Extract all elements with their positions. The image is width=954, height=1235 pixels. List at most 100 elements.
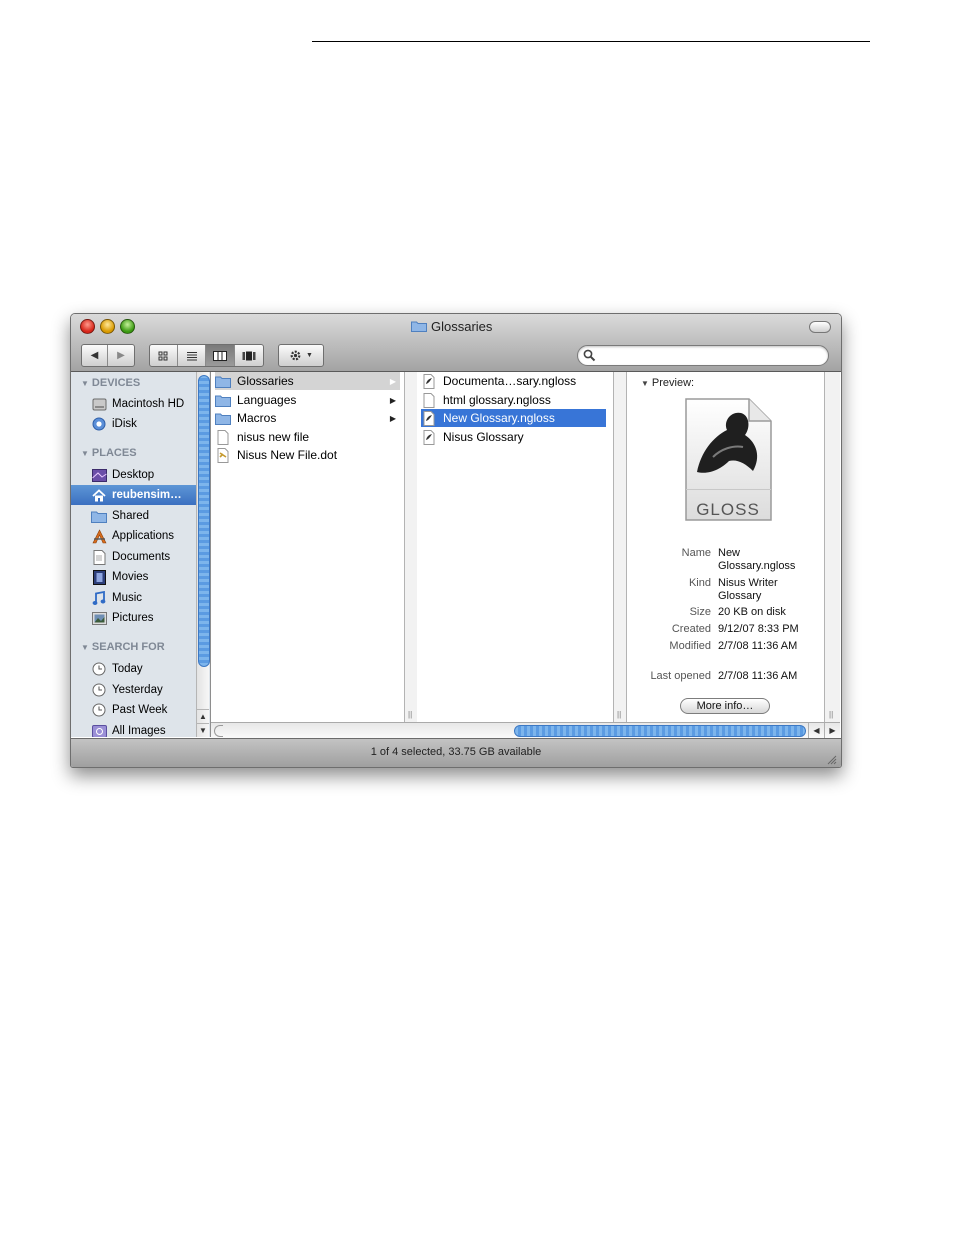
sidebar-scrollbar[interactable]: ▲ ▼ <box>196 372 210 737</box>
toolbar-toggle-button[interactable] <box>809 321 831 333</box>
sidebar-item-shared[interactable]: Shared <box>71 506 196 526</box>
column-view-icon <box>213 350 227 361</box>
home-icon <box>91 487 107 503</box>
scroll-down-arrow-icon[interactable]: ▼ <box>197 723 209 737</box>
list-item-languages[interactable]: Languages ▶ <box>215 391 400 409</box>
back-button[interactable]: ◀ <box>82 345 108 366</box>
zoom-button[interactable] <box>120 319 135 334</box>
info-label-created: Created <box>671 623 711 635</box>
info-value-created: 9/12/07 8:33 PM <box>718 623 799 635</box>
nav-buttons: ◀ ▶ <box>81 344 135 367</box>
sidebar-item-today[interactable]: Today <box>71 659 196 679</box>
sidebar-item-applications[interactable]: Applications <box>71 526 196 546</box>
sidebar-item-idisk[interactable]: iDisk <box>71 414 196 434</box>
list-item-nisus-glossary[interactable]: Nisus Glossary <box>421 428 606 446</box>
resize-grip-icon: || <box>408 710 413 719</box>
action-menu: ▼ <box>278 344 324 367</box>
sidebar-section-search-for[interactable]: ▼ SEARCH FOR <box>81 641 165 653</box>
info-label-kind: Kind <box>688 577 711 589</box>
dropdown-triangle-icon: ▼ <box>306 352 313 359</box>
list-item-nisus-new-file[interactable]: nisus new file <box>215 428 400 446</box>
disclosure-triangle-icon: ▼ <box>81 642 89 652</box>
action-menu-button[interactable]: ▼ <box>279 345 323 366</box>
pictures-icon <box>91 610 107 626</box>
disclosure-triangle-icon: ▼ <box>81 448 89 458</box>
sidebar-item-past-week[interactable]: Past Week <box>71 700 196 720</box>
disclosure-triangle-icon: ▼ <box>81 378 89 388</box>
coverflow-view-button[interactable] <box>235 345 263 366</box>
resize-grip-icon: || <box>617 710 622 719</box>
clock-icon <box>91 682 107 698</box>
sidebar-item-documents[interactable]: Documents <box>71 547 196 567</box>
sidebar-section-devices[interactable]: ▼ DEVICES <box>81 377 140 389</box>
info-value-size: 20 KB on disk <box>718 606 786 618</box>
window-title-text: Glossaries <box>431 318 493 334</box>
sidebar-section-places[interactable]: ▼ PLACES <box>81 447 137 459</box>
chevron-right-icon: ▶ <box>389 376 396 386</box>
sidebar-scroll-thumb[interactable] <box>198 375 210 667</box>
list-item-html-glossary[interactable]: html glossary.ngloss <box>421 391 606 409</box>
scroll-right-arrow-icon[interactable]: ▶ <box>824 723 840 738</box>
info-value-kind: Nisus Writer Glossary <box>718 577 778 602</box>
sidebar-item-desktop[interactable]: Desktop <box>71 465 196 485</box>
info-value-last-opened: 2/7/08 11:36 AM <box>718 670 798 682</box>
sidebar-item-home[interactable]: reubensim… <box>71 485 196 505</box>
list-item-nisus-new-file-dot[interactable]: Nisus New File.dot <box>215 446 400 464</box>
more-info-button[interactable]: More info… <box>680 698 770 714</box>
forward-button[interactable]: ▶ <box>108 345 134 366</box>
hard-drive-icon <box>91 396 107 412</box>
sidebar-item-yesterday[interactable]: Yesterday <box>71 680 196 700</box>
scroll-up-arrow-icon[interactable]: ▲ <box>197 709 209 723</box>
sidebar-item-macintosh-hd[interactable]: Macintosh HD <box>71 394 196 414</box>
sidebar-item-pictures[interactable]: Pictures <box>71 608 196 628</box>
column-divider[interactable]: || <box>613 372 627 722</box>
list-item-documentation-glossary[interactable]: Documenta…sary.ngloss <box>421 372 606 390</box>
glossary-file-icon <box>421 429 437 445</box>
scroll-arrows: ◀ ▶ <box>808 723 840 738</box>
list-item-glossaries[interactable]: Glossaries ▶ <box>215 372 400 390</box>
preview-pane: ▼ Preview: GLOSS Name New Glossary.nglos… <box>627 372 823 722</box>
info-label-name: Name <box>681 547 711 559</box>
title-bar: Glossaries ◀ ▶ ▼ <box>71 314 841 372</box>
sidebar-item-all-images[interactable]: All Images <box>71 721 196 737</box>
list-view-icon <box>186 351 197 360</box>
resize-grip-icon: || <box>829 710 834 719</box>
music-icon <box>91 590 107 606</box>
minimize-button[interactable] <box>100 319 115 334</box>
column-divider[interactable]: || <box>404 372 418 722</box>
finder-window: Glossaries ◀ ▶ ▼ ▼ DEVICES Macintosh HD … <box>70 313 842 768</box>
scroll-track-cap <box>214 725 223 737</box>
chevron-right-icon: ▶ <box>389 395 396 405</box>
preview-heading[interactable]: ▼ Preview: <box>641 377 694 389</box>
clock-icon <box>91 661 107 677</box>
search-field[interactable] <box>577 345 829 366</box>
preview-column-divider[interactable]: || <box>824 372 840 722</box>
nisus-document-icon <box>215 447 231 463</box>
column-1: Glossaries ▶ Languages ▶ Macros ▶ nisus … <box>211 372 403 722</box>
desktop-icon <box>91 467 107 483</box>
blank-document-icon <box>215 429 231 445</box>
sidebar-item-music[interactable]: Music <box>71 588 196 608</box>
info-value-name: New Glossary.ngloss <box>718 547 796 572</box>
view-switcher <box>149 344 264 367</box>
idisk-icon <box>91 416 107 432</box>
list-item-macros[interactable]: Macros ▶ <box>215 409 400 427</box>
folder-icon <box>411 321 427 332</box>
search-input[interactable] <box>600 348 819 364</box>
resize-handle-icon[interactable] <box>825 753 837 765</box>
sidebar-item-movies[interactable]: Movies <box>71 567 196 587</box>
scroll-left-arrow-icon[interactable]: ◀ <box>808 723 824 738</box>
sidebar: ▼ DEVICES Macintosh HD iDisk ▼ PLACES Desk… <box>71 372 211 737</box>
glossary-file-icon <box>421 373 437 389</box>
column-view-button[interactable] <box>206 345 235 366</box>
close-button[interactable] <box>80 319 95 334</box>
list-item-new-glossary[interactable]: New Glossary.ngloss <box>421 409 606 427</box>
column-2: Documenta…sary.ngloss html glossary.nglo… <box>417 372 612 722</box>
icon-view-button[interactable] <box>150 345 178 366</box>
gear-icon <box>290 350 301 361</box>
horizontal-scrollbar[interactable]: ◀ ▶ <box>211 722 840 738</box>
list-view-button[interactable] <box>178 345 206 366</box>
horizontal-scroll-thumb[interactable] <box>514 725 806 737</box>
info-value-modified: 2/7/08 11:36 AM <box>718 640 798 652</box>
info-label-modified: Modified <box>669 640 711 652</box>
